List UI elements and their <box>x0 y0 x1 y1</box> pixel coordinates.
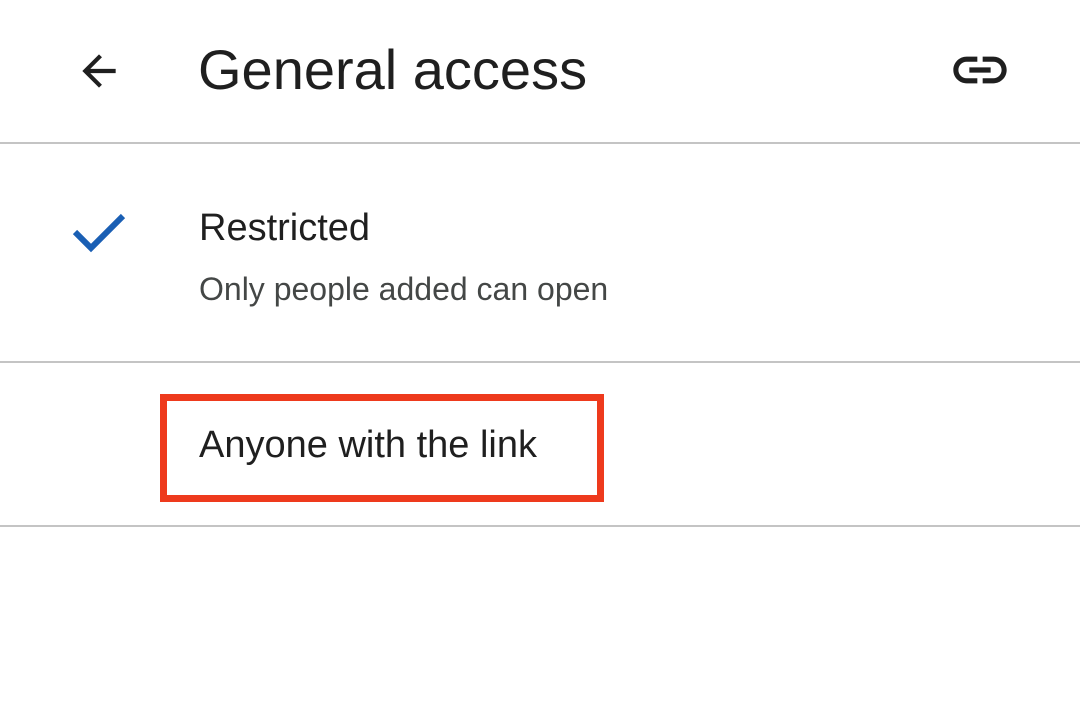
link-icon <box>953 56 1007 84</box>
option-anyone-with-link[interactable]: Anyone with the link <box>0 363 1080 527</box>
back-button[interactable] <box>66 38 132 104</box>
option-restricted-title: Restricted <box>199 207 371 249</box>
option-restricted-subtitle: Only people added can open <box>199 271 609 307</box>
option-anyone-title: Anyone with the link <box>199 424 537 466</box>
checkmark-icon <box>72 213 126 253</box>
app-bar: General access <box>0 0 1080 144</box>
page-title: General access <box>198 38 588 101</box>
option-restricted[interactable]: Restricted Only people added can open <box>0 144 1080 363</box>
copy-link-button[interactable] <box>944 40 1016 100</box>
arrow-back-icon <box>82 54 116 88</box>
